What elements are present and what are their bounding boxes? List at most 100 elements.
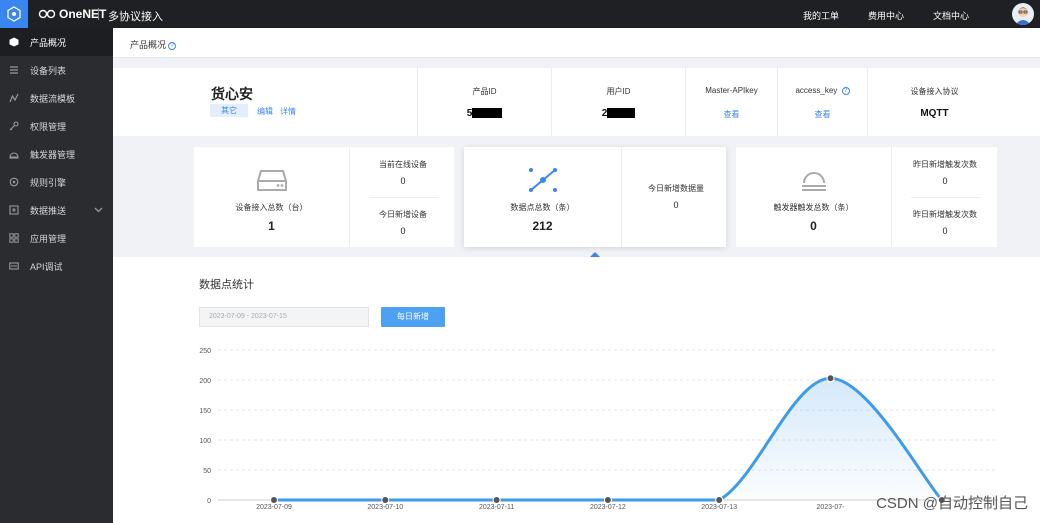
cube-icon [9,37,19,47]
sidebar-item-label: 产品概况 [30,37,67,48]
onenet-logo-icon [38,9,56,19]
sidebar-item-product-overview[interactable]: 产品概况 [0,28,113,56]
view-access-key-link[interactable]: 查看 [778,109,867,120]
protocol-value: MQTT [920,108,949,119]
x-tick-label: 2023-07-10 [367,504,403,511]
my-tickets-link[interactable]: 我的工单 [803,9,839,22]
home-logo-icon[interactable] [0,0,28,28]
stat-value: 0 [400,176,406,186]
trigger-stats-card[interactable]: 触发器触发总数（条） 0 昨日新增触发次数 0 昨日新增触发次数 0 [736,147,997,247]
sidebar-item-device-list[interactable]: 设备列表 [0,56,113,84]
data-point [826,374,835,383]
rule-icon [9,177,19,187]
sidebar-item-permission[interactable]: 权限管理 [0,112,113,140]
product-id-label: 产品ID [472,87,497,96]
product-id-field: 产品ID 5 [417,68,551,136]
sidebar-item-label: 数据流模板 [30,93,76,104]
sidebar-item-label: 数据推送 [30,205,67,216]
stat-value: 0 [400,226,406,236]
x-tick-label: 2023-07- [816,504,845,511]
sidebar-item-label: 应用管理 [30,233,67,244]
x-tick-label: 2023-07-09 [256,504,292,511]
list-icon [10,66,18,74]
stat-label: 今日新增数据量 [648,184,704,193]
device-stats-card[interactable]: 设备接入总数（台） 1 当前在线设备 0 今日新增设备 0 [194,147,454,247]
sidebar-item-datastream-template[interactable]: 数据流模板 [0,84,113,112]
card-value: 0 [810,219,817,233]
product-category-badge: 其它 [210,104,248,117]
product-header: 货心安 其它 编辑 详情 产品ID 5 用户ID 2 Master-APIkey… [113,68,1040,136]
redacted-block [607,108,636,119]
push-icon [9,205,19,215]
card-label: 设备接入总数（台） [235,203,308,212]
user-avatar[interactable] [1012,3,1034,25]
divider [369,197,439,198]
sidebar-item-label: 触发器管理 [30,149,76,160]
stat-value: 0 [942,226,948,236]
brand-logo[interactable]: OneNET [38,7,106,21]
online-devices-stat: 当前在线设备 0 [351,159,455,186]
master-apikey-field: Master-APIkey 查看 [685,68,777,136]
api-icon [9,262,19,270]
brand-name: OneNET [59,7,107,21]
grid-icon [9,233,19,243]
yesterday-triggers-stat: 昨日新增触发次数 0 [893,159,997,186]
datapoint-chart: 0 50 100 150 200 250 2023-07-09 2023-07-10 2023-… [199,348,998,511]
sidebar-item-label: 权限管理 [30,121,67,132]
data-point [603,496,612,504]
sidebar-item-trigger-management[interactable]: 触发器管理 [0,140,113,168]
data-point [492,496,501,504]
view-master-apikey-link[interactable]: 查看 [686,109,777,120]
data-point [381,496,390,504]
datapoint-icon [529,168,557,192]
y-tick-label: 150 [199,408,211,415]
trigger-icon [802,172,826,191]
top-bar: OneNET 多协议接入 我的工单 费用中心 文档中心 [0,0,1040,28]
card-label: 触发器触发总数（条） [773,203,854,212]
product-detail-link[interactable]: 详情 [280,106,296,117]
y-tick-label: 0 [207,498,211,505]
x-tick-label: 2023-07-13 [701,504,737,511]
card-value: 212 [532,219,553,233]
user-id-field: 用户ID 2 [551,68,685,136]
help-icon[interactable]: ? [168,41,177,50]
y-tick-label: 200 [199,378,211,385]
new-devices-today-stat: 今日新增设备 0 [351,209,455,236]
datapoint-stats-panel: 数据点统计 2023-07-09 - 2023-07-15 每日新增 0 50 10… [113,257,1040,523]
y-tick-label: 50 [203,468,211,475]
key-icon [9,121,19,131]
sidebar-item-label: 设备列表 [30,65,67,76]
sidebar-item-api-debug[interactable]: API调试 [0,252,113,280]
card-main: 触发器触发总数（条） 0 [736,147,892,247]
sidebar-item-data-push[interactable]: 数据推送 [0,196,113,224]
sidebar-item-label: API调试 [30,261,63,272]
sidebar-item-app-management[interactable]: 应用管理 [0,224,113,252]
card-main: 设备接入总数（台） 1 [194,147,350,247]
product-name: 货心安 [211,86,253,102]
stat-label: 昨日新增触发次数 [913,210,977,219]
card-value: 1 [268,219,275,233]
alarm-icon [9,152,19,159]
edit-product-link[interactable]: 编辑 [257,106,273,117]
x-tick-label: 2023-07-11 [479,504,514,511]
device-icon [257,170,287,191]
y-tick-label: 250 [199,348,211,355]
sidebar-item-rule-engine[interactable]: 规则引擎 [0,168,113,196]
sidebar: 产品概况 设备列表 数据流模板 权限管理 触发器管理 规则引擎 数据推送 应用管… [0,28,113,523]
docs-center-link[interactable]: 文档中心 [933,9,969,22]
data-point [270,496,278,504]
stat-value: 0 [673,200,679,210]
breadcrumb-item: 产品概况? [130,38,177,51]
sidebar-item-label: 规则引擎 [30,177,67,188]
access-key-label: access_key ? [778,86,867,95]
billing-center-link[interactable]: 费用中心 [868,9,904,22]
product-switcher[interactable]: 多协议接入 [108,8,163,24]
user-id-label: 用户ID [606,87,631,96]
stream-icon [9,93,19,103]
help-icon[interactable]: ? [841,86,850,95]
page-title: 产品概况 [130,40,167,50]
stat-label: 当前在线设备 [379,160,427,169]
stat-label: 昨日新增触发次数 [913,160,977,169]
redacted-block [472,108,503,119]
datapoint-stats-card[interactable]: 数据点总数（条） 212 今日新增数据量 0 [464,147,726,247]
